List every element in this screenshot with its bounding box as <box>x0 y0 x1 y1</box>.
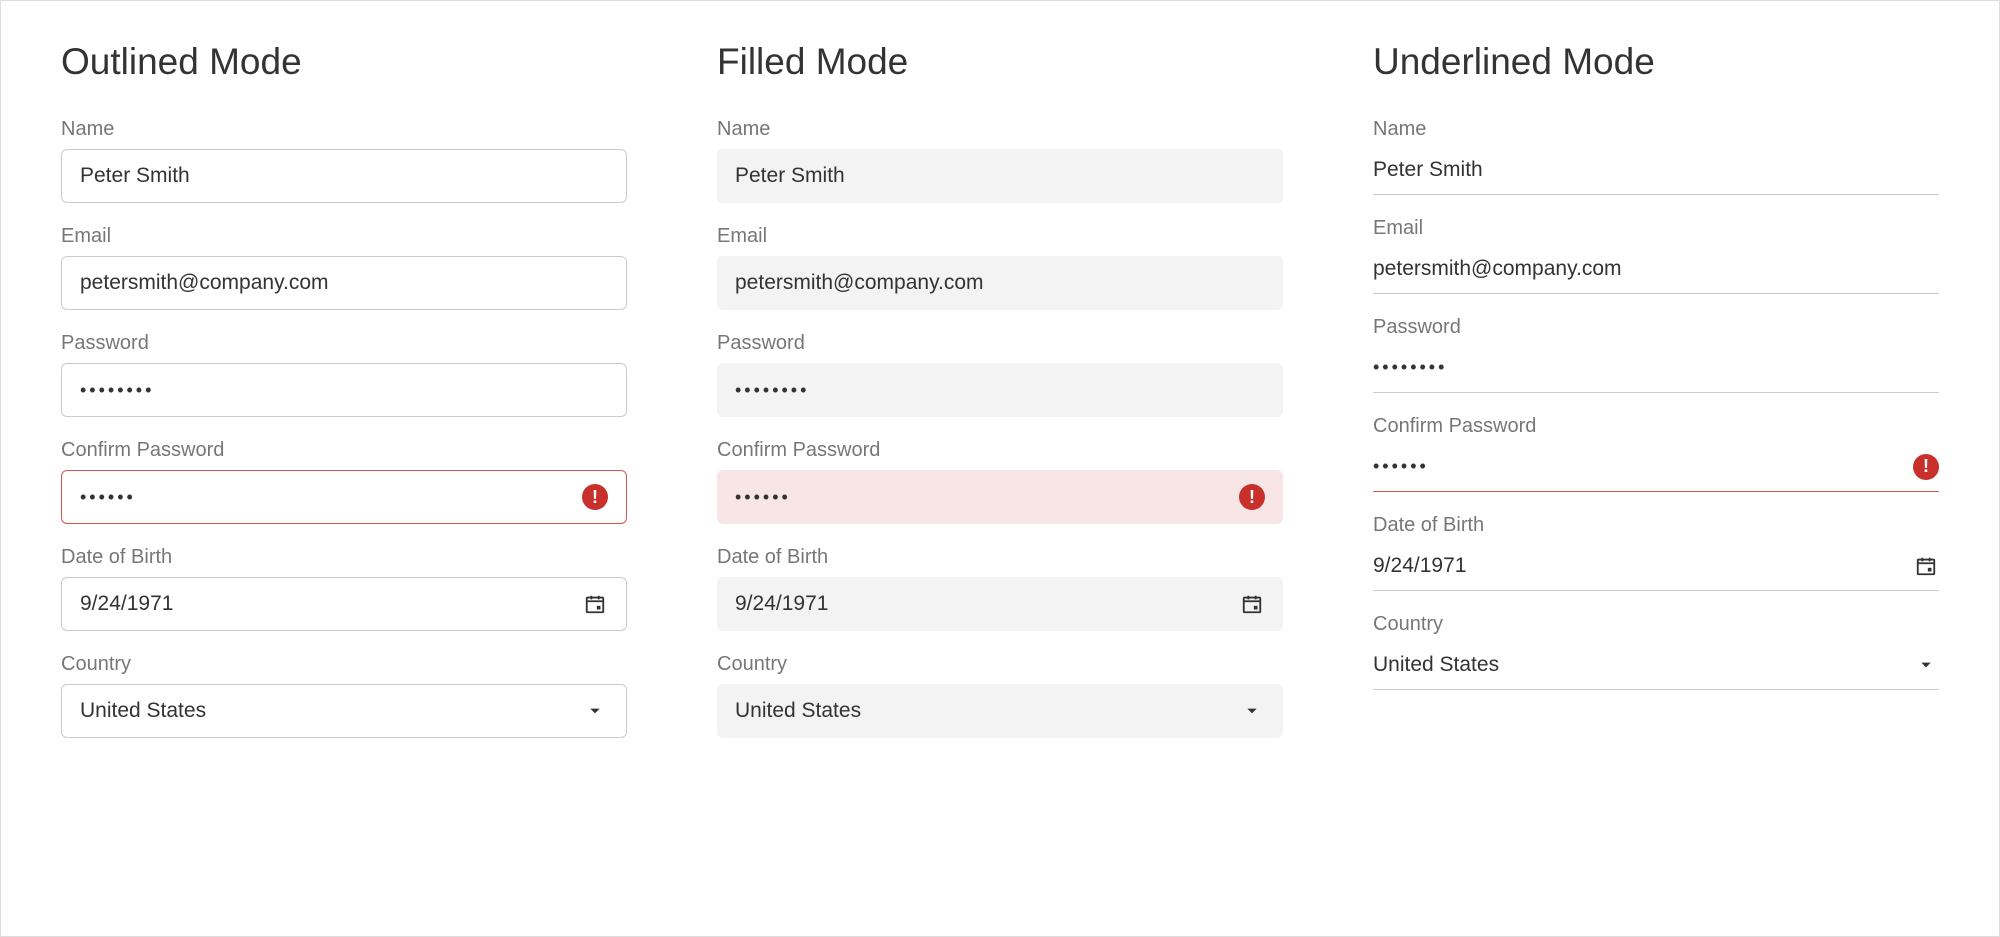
underlined-email-group: Email petersmith@company.com <box>1373 217 1939 294</box>
chevron-down-icon <box>1239 698 1265 724</box>
password-label: Password <box>1373 316 1939 339</box>
name-label: Name <box>61 118 627 141</box>
dob-value: 9/24/1971 <box>735 592 1239 616</box>
password-label: Password <box>717 332 1283 355</box>
email-value: petersmith@company.com <box>80 271 608 295</box>
chevron-down-icon <box>582 698 608 724</box>
confirm-password-value: •••••• <box>80 487 582 508</box>
dob-input[interactable]: 9/24/1971 <box>717 577 1283 631</box>
calendar-icon[interactable] <box>1239 591 1265 617</box>
chevron-down-icon <box>1913 652 1939 678</box>
email-input[interactable]: petersmith@company.com <box>717 256 1283 310</box>
dob-value: 9/24/1971 <box>1373 554 1913 578</box>
name-value: Peter Smith <box>80 164 608 188</box>
password-input[interactable]: •••••••• <box>61 363 627 417</box>
error-icon: ! <box>1913 454 1939 480</box>
outlined-dob-group: Date of Birth 9/24/1971 <box>61 546 627 631</box>
calendar-icon[interactable] <box>1913 553 1939 579</box>
filled-email-group: Email petersmith@company.com <box>717 225 1283 310</box>
filled-title: Filled Mode <box>717 41 1283 83</box>
password-label: Password <box>61 332 627 355</box>
name-label: Name <box>1373 118 1939 141</box>
country-value: United States <box>1373 653 1913 677</box>
filled-dob-group: Date of Birth 9/24/1971 <box>717 546 1283 631</box>
password-value: •••••••• <box>1373 357 1939 378</box>
name-input[interactable]: Peter Smith <box>61 149 627 203</box>
outlined-password-group: Password •••••••• <box>61 332 627 417</box>
underlined-confirm-group: Confirm Password •••••• ! <box>1373 415 1939 492</box>
confirm-password-label: Confirm Password <box>1373 415 1939 438</box>
underlined-name-group: Name Peter Smith <box>1373 118 1939 195</box>
confirm-password-input[interactable]: •••••• ! <box>1373 446 1939 492</box>
email-value: petersmith@company.com <box>735 271 1265 295</box>
filled-country-group: Country United States <box>717 653 1283 738</box>
outlined-name-group: Name Peter Smith <box>61 118 627 203</box>
confirm-password-input[interactable]: •••••• ! <box>61 470 627 524</box>
dob-label: Date of Birth <box>717 546 1283 569</box>
confirm-password-label: Confirm Password <box>61 439 627 462</box>
dob-label: Date of Birth <box>61 546 627 569</box>
confirm-password-value: •••••• <box>735 487 1239 508</box>
email-input[interactable]: petersmith@company.com <box>1373 248 1939 294</box>
form-modes-container: Outlined Mode Name Peter Smith Email pet… <box>0 0 2000 937</box>
outlined-column: Outlined Mode Name Peter Smith Email pet… <box>61 41 627 896</box>
email-value: petersmith@company.com <box>1373 257 1939 281</box>
email-input[interactable]: petersmith@company.com <box>61 256 627 310</box>
dob-input[interactable]: 9/24/1971 <box>1373 545 1939 591</box>
name-value: Peter Smith <box>735 164 1265 188</box>
filled-column: Filled Mode Name Peter Smith Email peter… <box>717 41 1283 896</box>
name-value: Peter Smith <box>1373 158 1939 182</box>
password-value: •••••••• <box>80 380 608 401</box>
name-label: Name <box>717 118 1283 141</box>
password-input[interactable]: •••••••• <box>1373 347 1939 393</box>
filled-confirm-group: Confirm Password •••••• ! <box>717 439 1283 524</box>
confirm-password-value: •••••• <box>1373 456 1913 477</box>
password-input[interactable]: •••••••• <box>717 363 1283 417</box>
underlined-title: Underlined Mode <box>1373 41 1939 83</box>
country-select[interactable]: United States <box>1373 644 1939 690</box>
filled-password-group: Password •••••••• <box>717 332 1283 417</box>
underlined-dob-group: Date of Birth 9/24/1971 <box>1373 514 1939 591</box>
confirm-password-input[interactable]: •••••• ! <box>717 470 1283 524</box>
error-icon: ! <box>1239 484 1265 510</box>
outlined-confirm-group: Confirm Password •••••• ! <box>61 439 627 524</box>
dob-value: 9/24/1971 <box>80 592 582 616</box>
country-label: Country <box>1373 613 1939 636</box>
country-label: Country <box>61 653 627 676</box>
country-select[interactable]: United States <box>61 684 627 738</box>
underlined-password-group: Password •••••••• <box>1373 316 1939 393</box>
filled-name-group: Name Peter Smith <box>717 118 1283 203</box>
email-label: Email <box>61 225 627 248</box>
name-input[interactable]: Peter Smith <box>1373 149 1939 195</box>
underlined-column: Underlined Mode Name Peter Smith Email p… <box>1373 41 1939 896</box>
underlined-country-group: Country United States <box>1373 613 1939 690</box>
country-value: United States <box>80 699 582 723</box>
country-label: Country <box>717 653 1283 676</box>
password-value: •••••••• <box>735 380 1265 401</box>
outlined-country-group: Country United States <box>61 653 627 738</box>
dob-label: Date of Birth <box>1373 514 1939 537</box>
email-label: Email <box>717 225 1283 248</box>
calendar-icon[interactable] <box>582 591 608 617</box>
name-input[interactable]: Peter Smith <box>717 149 1283 203</box>
country-value: United States <box>735 699 1239 723</box>
error-icon: ! <box>582 484 608 510</box>
confirm-password-label: Confirm Password <box>717 439 1283 462</box>
outlined-title: Outlined Mode <box>61 41 627 83</box>
country-select[interactable]: United States <box>717 684 1283 738</box>
outlined-email-group: Email petersmith@company.com <box>61 225 627 310</box>
dob-input[interactable]: 9/24/1971 <box>61 577 627 631</box>
email-label: Email <box>1373 217 1939 240</box>
